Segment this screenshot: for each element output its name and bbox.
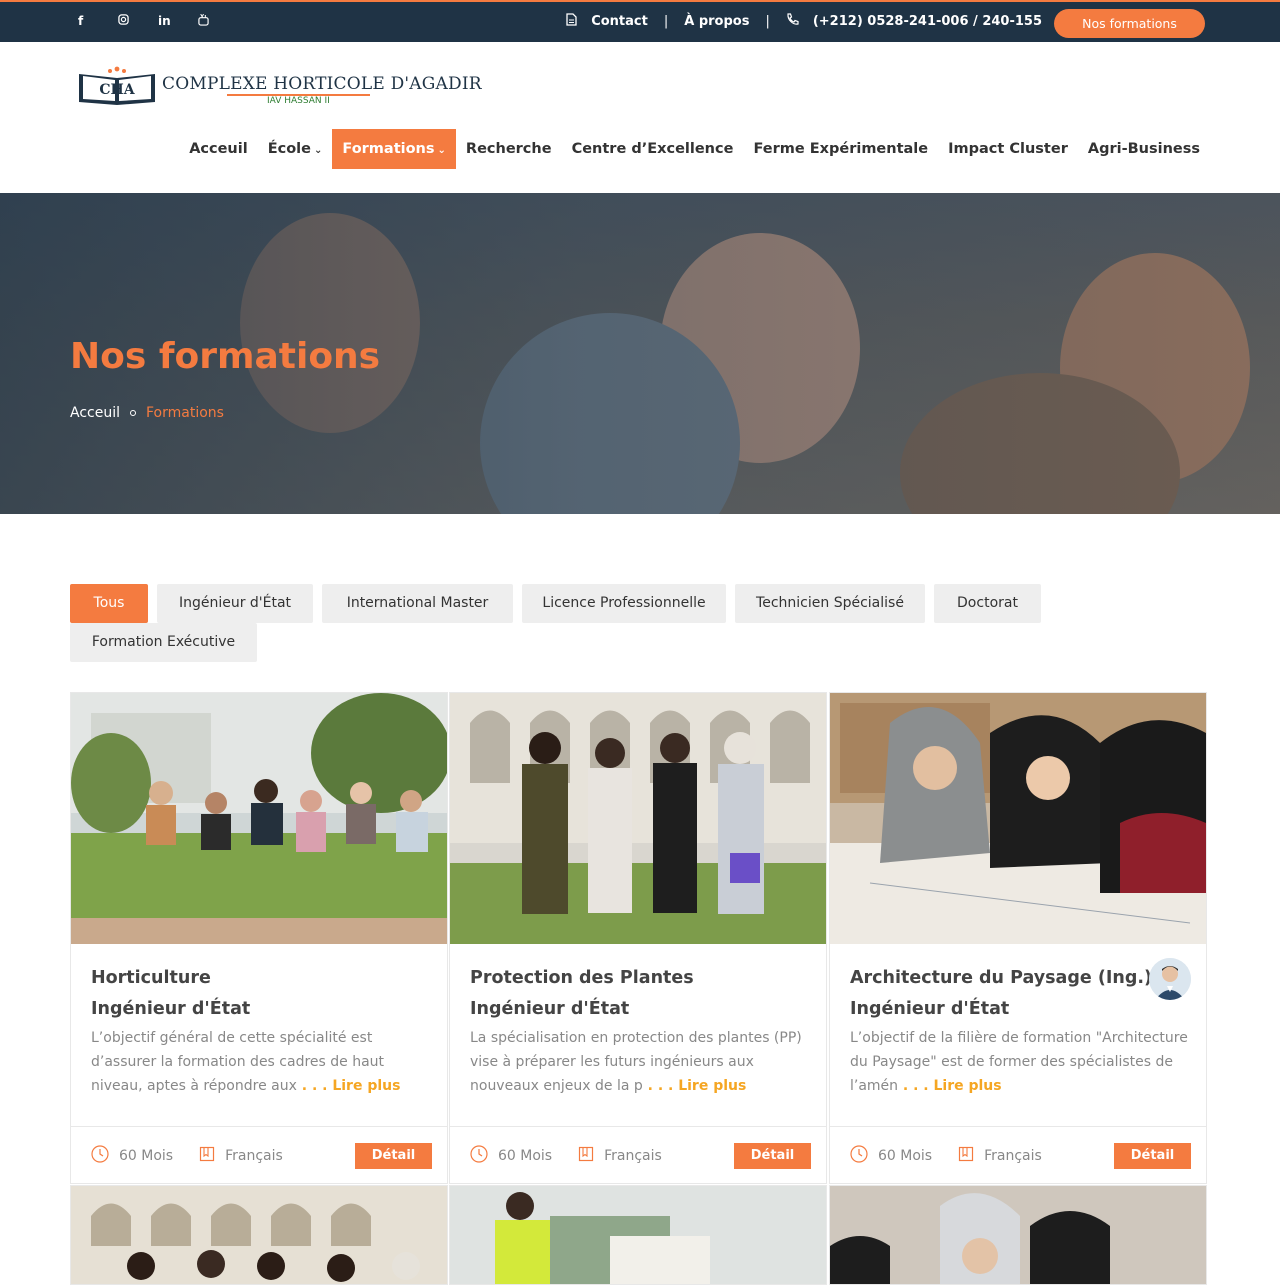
breadcrumb-separator: [130, 410, 136, 416]
book-icon: [199, 1146, 215, 1166]
avatar[interactable]: [1149, 958, 1191, 1000]
duration: 60 Mois: [878, 1148, 933, 1164]
breadcrumb-home[interactable]: Acceuil: [70, 405, 120, 421]
formation-card: Architecture du Paysage (Ing.) Ingénieur…: [829, 692, 1207, 1184]
about-link[interactable]: À propos: [684, 14, 749, 29]
formation-description: L’objectif général de cette spécialité e…: [91, 1030, 401, 1094]
separator: |: [765, 14, 770, 29]
chevron-down-icon: ⌄: [437, 145, 446, 156]
detail-button[interactable]: Détail: [1114, 1143, 1191, 1169]
breadcrumb-current: Formations: [146, 405, 224, 421]
facebook-icon[interactable]: f: [78, 14, 118, 29]
formation-card-partial[interactable]: [70, 1185, 448, 1285]
brand-subtitle: IAV HASSAN II: [227, 94, 370, 106]
chevron-down-icon: ⌄: [313, 145, 323, 156]
filter-licence-professionnelle[interactable]: Licence Professionnelle: [522, 584, 726, 623]
nav-item-acceuil[interactable]: Acceuil: [179, 129, 258, 169]
contact-link[interactable]: Contact: [591, 14, 648, 29]
instagram-icon[interactable]: [118, 14, 158, 29]
formation-description: L’objectif de la filière de formation "A…: [850, 1030, 1188, 1094]
language: Français: [604, 1148, 662, 1164]
nav-item-recherche[interactable]: Recherche: [456, 129, 562, 169]
filter-technicien-specialise[interactable]: Technicien Spécialisé: [735, 584, 925, 623]
breadcrumb: Acceuil Formations: [70, 405, 224, 421]
formation-photo[interactable]: [71, 693, 447, 944]
duration: 60 Mois: [498, 1148, 553, 1164]
site-header: CHA COMPLEXE HORTICOLE D'AGADIR IAV HASS…: [0, 42, 1280, 193]
book-icon: [578, 1146, 594, 1166]
separator: |: [663, 14, 669, 29]
filter-formation-executive[interactable]: Formation Exécutive: [70, 623, 257, 662]
read-more-link[interactable]: . . . Lire plus: [898, 1078, 1002, 1094]
formation-photo[interactable]: [830, 693, 1206, 944]
clock-icon: [850, 1145, 868, 1167]
youtube-icon[interactable]: [198, 13, 238, 29]
document-icon: [566, 13, 577, 30]
formation-title[interactable]: Horticulture Ingénieur d'État: [91, 963, 250, 1025]
phone-number[interactable]: (+212) 0528-241-006 / 240-155: [813, 14, 1042, 29]
clock-icon: [91, 1145, 109, 1167]
formation-title[interactable]: Protection des Plantes Ingénieur d'État: [470, 963, 694, 1025]
formation-description: La spécialisation en protection des plan…: [470, 1030, 802, 1094]
formation-card: Horticulture Ingénieur d'État L’objectif…: [70, 692, 448, 1184]
divider: [71, 1126, 447, 1127]
top-bar: f in Contact | À propos | (+212) 0528-24…: [0, 0, 1280, 42]
nav-item-agri-business[interactable]: Agri-Business: [1078, 129, 1210, 169]
site-logo[interactable]: CHA COMPLEXE HORTICOLE D'AGADIR IAV HASS…: [77, 66, 482, 106]
top-links: Contact | À propos | (+212) 0528-241-006…: [566, 13, 1042, 30]
phone-icon: [786, 13, 799, 30]
detail-button[interactable]: Détail: [355, 1143, 432, 1169]
filter-tous[interactable]: Tous: [70, 584, 148, 623]
nav-item-ferme-experimentale[interactable]: Ferme Expérimentale: [743, 129, 938, 169]
formation-meta: 60 Mois Français: [850, 1145, 1042, 1167]
clock-icon: [470, 1145, 488, 1167]
filter-doctorat[interactable]: Doctorat: [934, 584, 1041, 623]
detail-button[interactable]: Détail: [734, 1143, 811, 1169]
linkedin-icon[interactable]: in: [158, 14, 198, 29]
page-title: Nos formations: [70, 336, 381, 377]
svg-text:CHA: CHA: [99, 82, 135, 98]
formation-photo[interactable]: [450, 693, 826, 944]
social-links: f in: [78, 13, 238, 29]
page-hero: Nos formations Acceuil Formations: [0, 193, 1280, 514]
language: Français: [984, 1148, 1042, 1164]
formation-card-partial[interactable]: [829, 1185, 1207, 1285]
nav-item-centre-excellence[interactable]: Centre d’Excellence: [562, 129, 744, 169]
filter-international-master[interactable]: International Master: [322, 584, 513, 623]
divider: [830, 1126, 1206, 1127]
brand-name: COMPLEXE HORTICOLE D'AGADIR: [162, 74, 482, 94]
formation-card: Protection des Plantes Ingénieur d'État …: [449, 692, 827, 1184]
formation-title[interactable]: Architecture du Paysage (Ing.) Ingénieur…: [850, 963, 1152, 1025]
formation-card-partial[interactable]: [449, 1185, 827, 1285]
read-more-link[interactable]: . . . Lire plus: [643, 1078, 747, 1094]
nav-item-ecole[interactable]: École ⌄: [258, 129, 333, 169]
divider: [450, 1126, 826, 1127]
book-icon: [958, 1146, 974, 1166]
read-more-link[interactable]: . . . Lire plus: [297, 1078, 401, 1094]
nos-formations-button[interactable]: Nos formations: [1054, 9, 1205, 38]
nav-item-formations[interactable]: Formations ⌄: [332, 129, 456, 169]
nav-item-impact-cluster[interactable]: Impact Cluster: [938, 129, 1078, 169]
language: Français: [225, 1148, 283, 1164]
main-nav: Acceuil École ⌄ Formations ⌄ Recherche Cen…: [179, 129, 1210, 169]
logo-book-icon: CHA: [79, 66, 155, 105]
duration: 60 Mois: [119, 1148, 174, 1164]
filter-ingenieur-etat[interactable]: Ingénieur d'État: [157, 584, 313, 623]
formation-meta: 60 Mois Français: [470, 1145, 662, 1167]
formation-meta: 60 Mois Français: [91, 1145, 283, 1167]
